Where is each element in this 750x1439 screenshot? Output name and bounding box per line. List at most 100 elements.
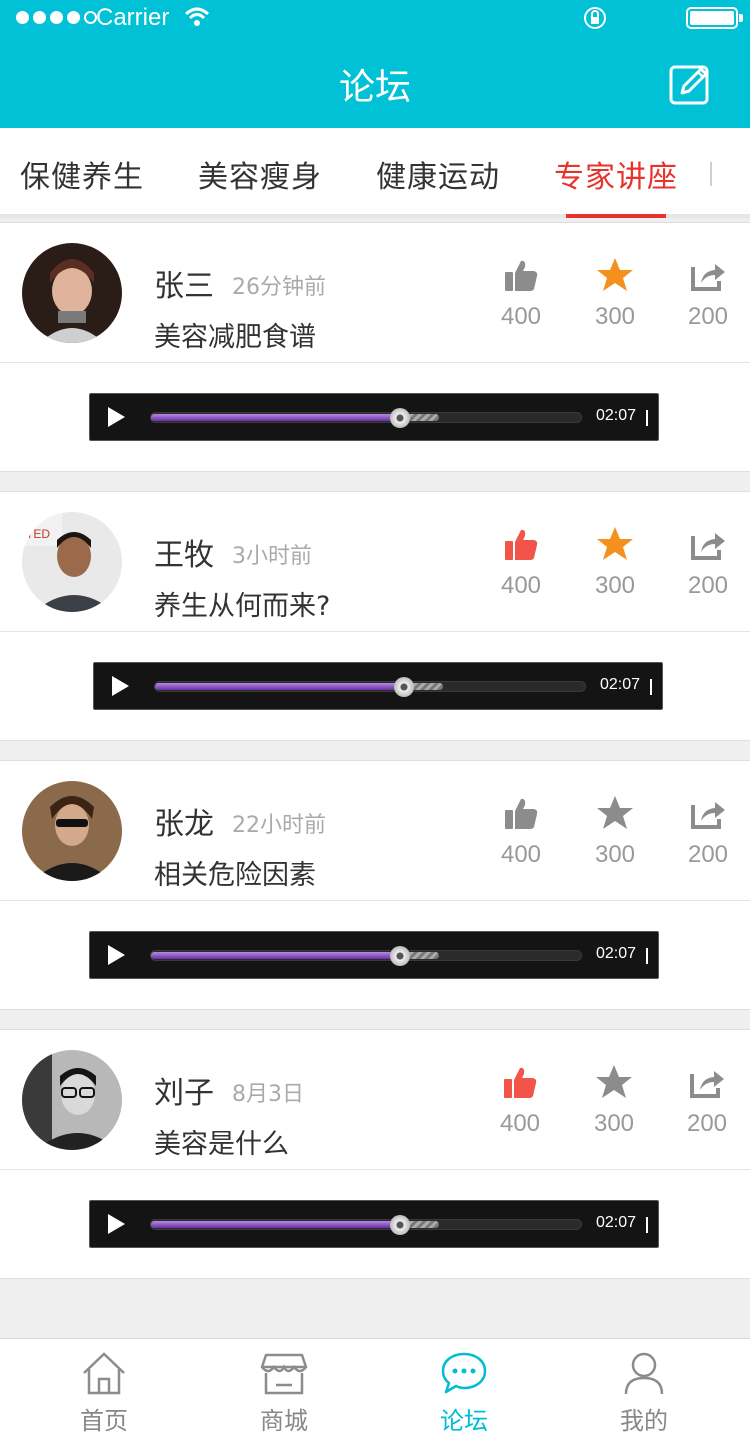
- post-header[interactable]: TED 王牧 3小时前 养生从何而来? 400 300 200: [0, 492, 750, 632]
- rotation-lock-icon: [582, 5, 608, 35]
- author-name[interactable]: 刘子: [154, 1068, 214, 1112]
- play-icon[interactable]: [106, 1213, 126, 1235]
- star-icon: [575, 253, 655, 297]
- signal-strength-icon: [16, 11, 97, 24]
- audio-progress-track[interactable]: [150, 408, 582, 428]
- post-header[interactable]: 张龙 22小时前 相关危险因素 400 300 200: [0, 761, 750, 901]
- favorite-button[interactable]: 300: [575, 522, 655, 600]
- tab-expert-lectures[interactable]: 专家讲座: [554, 152, 678, 196]
- nav-home-label: 首页: [80, 1407, 128, 1435]
- avatar[interactable]: [22, 1050, 122, 1150]
- share-button[interactable]: 200: [668, 522, 748, 600]
- post-time: 22小时前: [232, 813, 326, 838]
- svg-text:TED: TED: [26, 527, 50, 541]
- audio-duration: 02:07: [595, 1214, 636, 1231]
- avatar[interactable]: [22, 781, 122, 881]
- like-button[interactable]: 400: [481, 522, 561, 600]
- like-button[interactable]: 400: [481, 791, 561, 869]
- play-icon[interactable]: [106, 406, 126, 428]
- like-count: 400: [499, 1110, 541, 1137]
- play-icon[interactable]: [110, 675, 130, 697]
- like-count: 400: [500, 572, 542, 599]
- author-name[interactable]: 张龙: [154, 799, 214, 843]
- audio-progress-track[interactable]: [150, 946, 582, 966]
- post-subject[interactable]: 美容减肥食谱: [154, 315, 316, 354]
- post-card: 张三 26分钟前 美容减肥食谱 400 300 200 02:07: [0, 222, 750, 472]
- favorite-button[interactable]: 300: [575, 253, 655, 331]
- like-button[interactable]: 400: [481, 253, 561, 331]
- post-subject[interactable]: 相关危险因素: [154, 853, 316, 892]
- seek-handle[interactable]: [390, 408, 411, 428]
- nav-store[interactable]: 商城: [224, 1347, 344, 1436]
- home-icon: [44, 1347, 164, 1395]
- share-button[interactable]: 200: [667, 1060, 747, 1138]
- audio-player: 02:07: [93, 662, 663, 710]
- audio-progress-track[interactable]: [150, 1215, 582, 1235]
- tab-fitness[interactable]: 健康运动: [376, 152, 500, 196]
- share-button[interactable]: 200: [668, 253, 748, 331]
- category-tabs: 保健养生 美容瘦身 健康运动 专家讲座: [0, 128, 750, 218]
- thumbs-up-icon: [481, 791, 561, 835]
- edit-icon: [669, 65, 709, 105]
- share-icon: [668, 253, 748, 297]
- post-header[interactable]: 刘子 8月3日 美容是什么 400 300 200: [0, 1030, 750, 1170]
- seek-handle[interactable]: [394, 677, 415, 697]
- volume-icon[interactable]: [650, 679, 652, 695]
- seek-handle[interactable]: [390, 1215, 411, 1235]
- like-count: 400: [500, 841, 542, 868]
- share-icon: [667, 1060, 747, 1104]
- status-bar: Carrier: [0, 0, 750, 40]
- audio-duration: 02:07: [599, 676, 640, 693]
- header-bar: Carrier 论坛: [0, 0, 750, 128]
- share-icon: [668, 522, 748, 566]
- volume-icon[interactable]: [646, 948, 648, 964]
- audio-progress-track[interactable]: [154, 677, 586, 697]
- favorite-count: 300: [593, 1110, 635, 1137]
- avatar[interactable]: TED: [22, 512, 122, 612]
- favorite-count: 300: [594, 572, 636, 599]
- play-icon[interactable]: [106, 944, 126, 966]
- post-time: 26分钟前: [232, 275, 326, 300]
- audio-player: 02:07: [89, 393, 659, 441]
- store-icon: [224, 1347, 344, 1395]
- share-button[interactable]: 200: [668, 791, 748, 869]
- avatar[interactable]: [22, 243, 122, 343]
- post-time: 8月3日: [232, 1082, 304, 1107]
- seek-handle[interactable]: [390, 946, 411, 966]
- nav-profile-label: 我的: [620, 1407, 668, 1435]
- post-time: 3小时前: [232, 544, 312, 569]
- author-name[interactable]: 王牧: [154, 530, 214, 574]
- played-bar: [151, 952, 401, 959]
- share-count: 200: [686, 1110, 728, 1137]
- tab-divider: [710, 162, 712, 186]
- nav-home[interactable]: 首页: [44, 1347, 164, 1436]
- favorite-count: 300: [594, 303, 636, 330]
- like-button[interactable]: 400: [480, 1060, 560, 1138]
- post-subject[interactable]: 养生从何而来?: [154, 584, 330, 623]
- volume-icon[interactable]: [646, 1217, 648, 1233]
- wifi-icon: [184, 6, 210, 32]
- tab-health-care[interactable]: 保健养生: [20, 152, 144, 196]
- post-header[interactable]: 张三 26分钟前 美容减肥食谱 400 300 200: [0, 223, 750, 363]
- favorite-button[interactable]: 300: [574, 1060, 654, 1138]
- thumbs-up-icon: [481, 253, 561, 297]
- share-count: 200: [687, 841, 729, 868]
- audio-player: 02:07: [89, 1200, 659, 1248]
- active-tab-indicator: [566, 214, 666, 218]
- favorite-button[interactable]: 300: [575, 791, 655, 869]
- star-icon: [574, 1060, 654, 1104]
- star-icon: [575, 522, 655, 566]
- like-count: 400: [500, 303, 542, 330]
- share-icon: [668, 791, 748, 835]
- author-name[interactable]: 张三: [154, 261, 214, 305]
- compose-button[interactable]: [668, 62, 712, 110]
- nav-profile[interactable]: 我的: [584, 1347, 704, 1436]
- volume-icon[interactable]: [646, 410, 648, 426]
- post-subject[interactable]: 美容是什么: [154, 1122, 289, 1161]
- nav-forum[interactable]: 论坛: [404, 1347, 524, 1436]
- played-bar: [151, 414, 401, 421]
- chat-icon: [404, 1347, 524, 1395]
- thumbs-up-icon: [481, 522, 561, 566]
- nav-store-label: 商城: [260, 1407, 308, 1435]
- tab-beauty-slimming[interactable]: 美容瘦身: [198, 152, 322, 196]
